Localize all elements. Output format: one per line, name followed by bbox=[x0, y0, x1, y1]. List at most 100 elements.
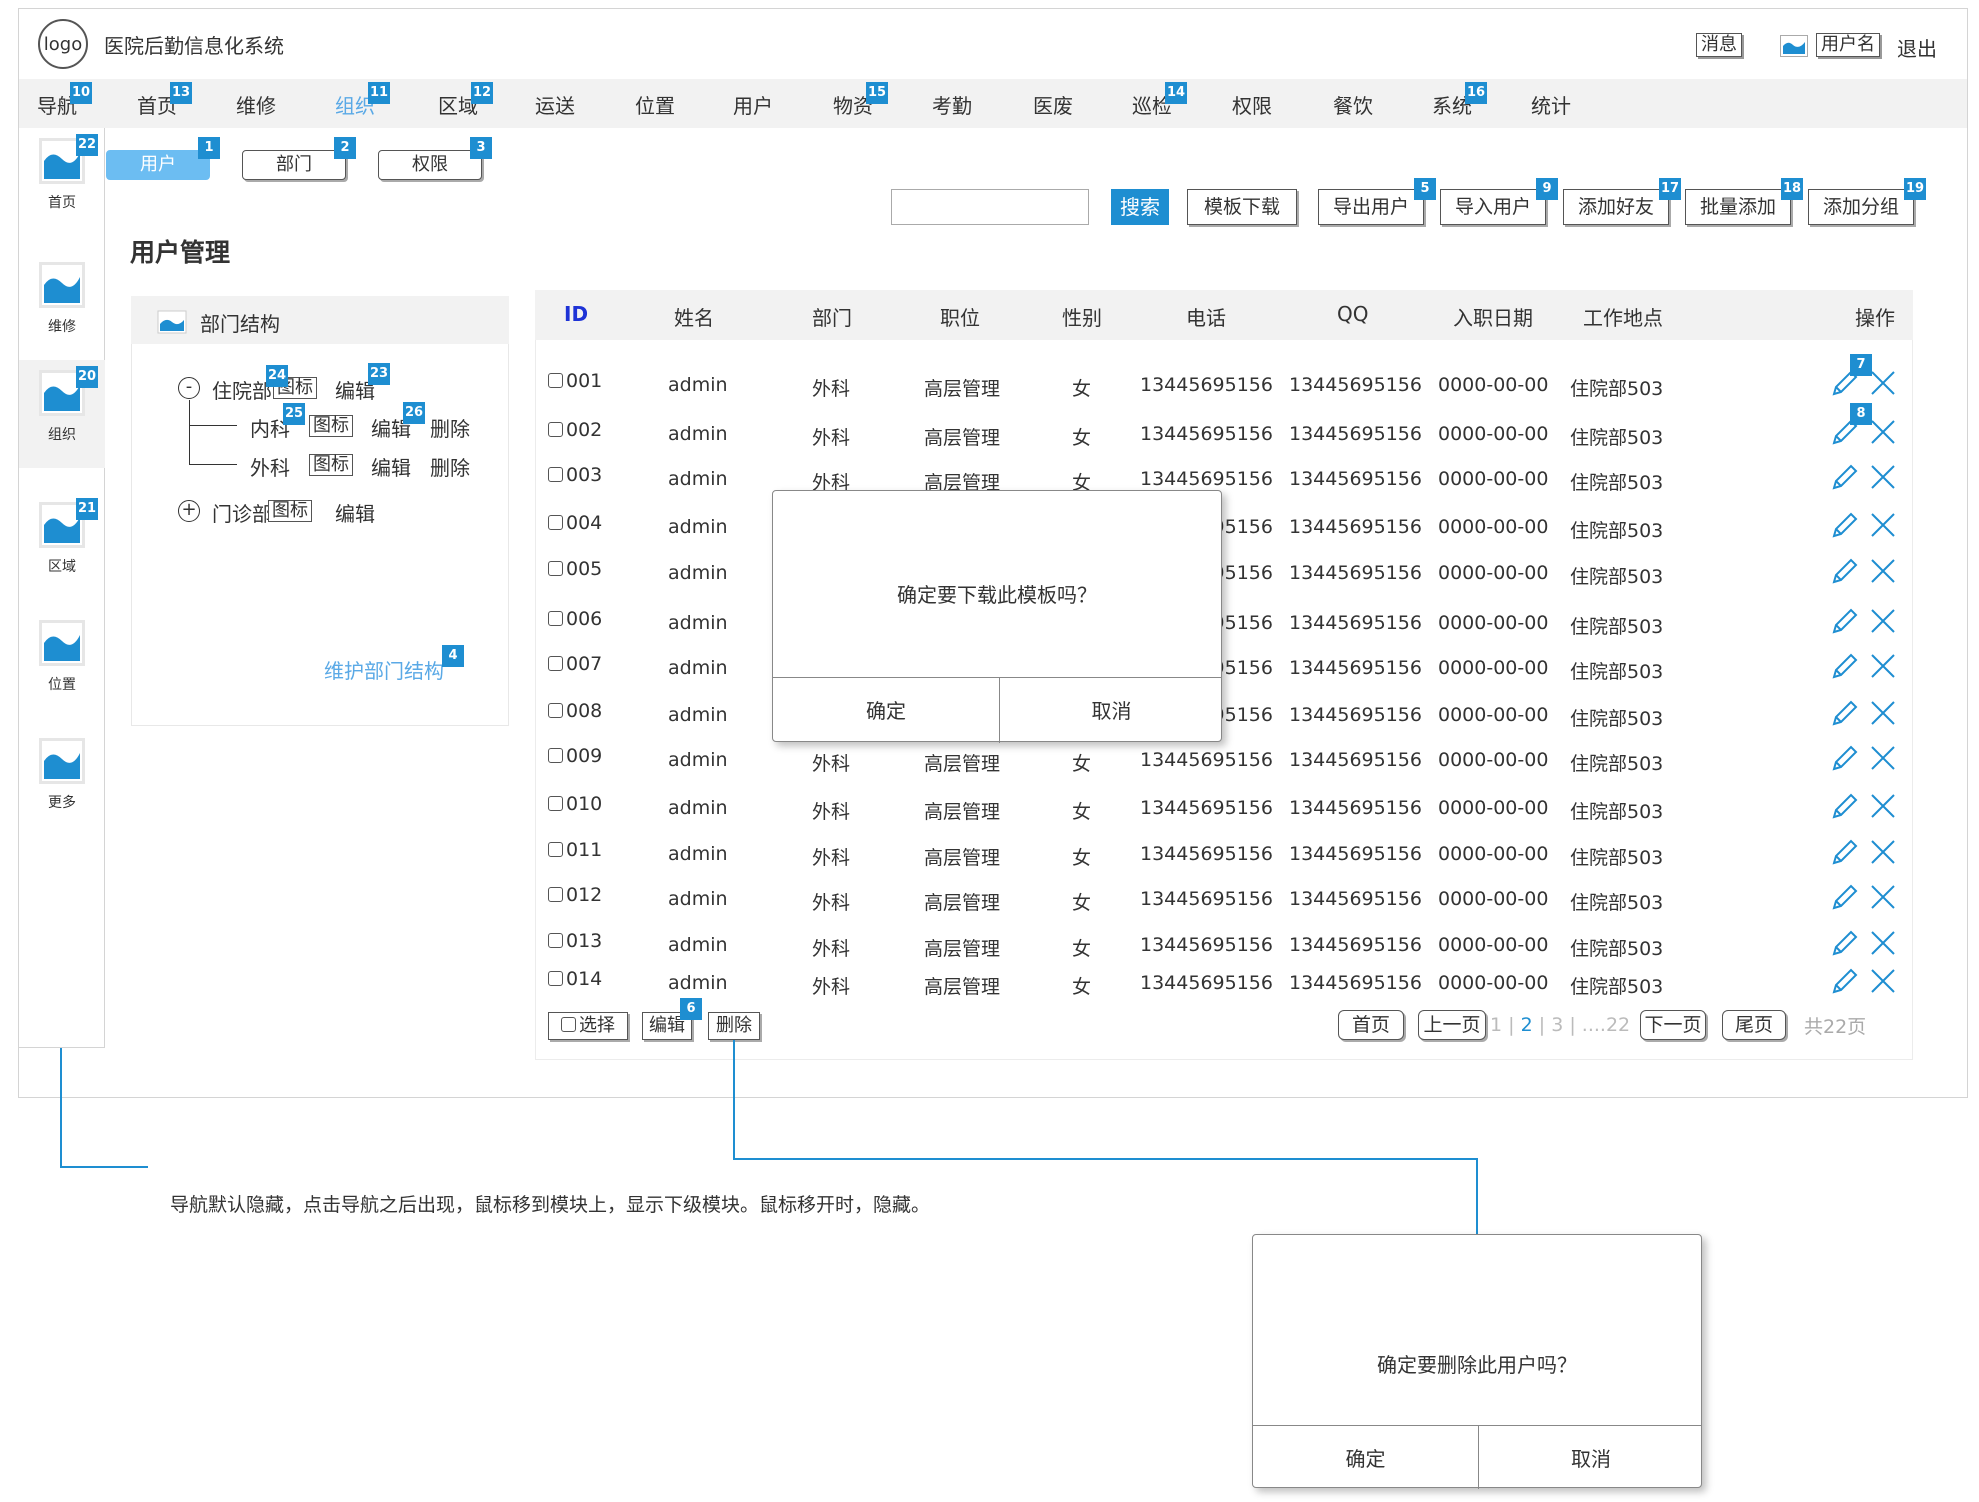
nav-item[interactable]: 餐饮 bbox=[1333, 90, 1373, 119]
tree-edit-link[interactable]: 编辑 bbox=[371, 452, 411, 481]
expand-toggle[interactable]: + bbox=[178, 500, 200, 522]
logout-link[interactable]: 退出 bbox=[1897, 33, 1937, 62]
row-checkbox[interactable] bbox=[548, 515, 563, 530]
edit-pencil-icon[interactable] bbox=[1830, 791, 1860, 821]
row-checkbox[interactable] bbox=[548, 467, 563, 482]
edit-pencil-icon[interactable] bbox=[1830, 743, 1860, 773]
row-checkbox[interactable] bbox=[548, 703, 563, 718]
row-checkbox[interactable] bbox=[548, 842, 563, 857]
delete-x-icon[interactable] bbox=[1868, 743, 1898, 773]
table-cell: 住院部503 bbox=[1570, 976, 1664, 998]
select-all-button[interactable]: 选择 bbox=[548, 1012, 628, 1040]
row-checkbox[interactable] bbox=[548, 561, 563, 576]
delete-x-icon[interactable] bbox=[1868, 698, 1898, 728]
edit-pencil-icon[interactable] bbox=[1830, 556, 1860, 586]
subtab[interactable]: 权限 bbox=[378, 150, 482, 180]
delete-x-icon[interactable] bbox=[1868, 882, 1898, 912]
next-page-button[interactable]: 下一页 bbox=[1640, 1010, 1706, 1040]
sidebar-item[interactable]: 更多 bbox=[19, 738, 105, 828]
delete-x-icon[interactable] bbox=[1868, 606, 1898, 636]
delete-x-icon[interactable] bbox=[1868, 928, 1898, 958]
edit-pencil-icon[interactable] bbox=[1830, 510, 1860, 540]
messages-button[interactable]: 消息 bbox=[1696, 33, 1742, 57]
confirm-button[interactable]: 确定 bbox=[773, 695, 999, 724]
nav-item[interactable]: 医废 bbox=[1033, 90, 1073, 119]
edit-pencil-icon[interactable] bbox=[1830, 882, 1860, 912]
tree-edit-link[interactable]: 编辑 bbox=[335, 498, 375, 527]
prev-page-button[interactable]: 上一页 bbox=[1418, 1010, 1486, 1040]
delete-x-icon[interactable] bbox=[1868, 791, 1898, 821]
batch-add-button[interactable]: 批量添加 bbox=[1685, 189, 1791, 225]
table-cell: 13445695156 bbox=[1289, 797, 1422, 819]
tree-delete-link[interactable]: 删除 bbox=[430, 413, 470, 442]
row-checkbox[interactable] bbox=[548, 656, 563, 671]
table-cell: 0000-00-00 bbox=[1438, 562, 1549, 584]
node-icon-placeholder: 图标 bbox=[268, 500, 312, 522]
delete-x-icon[interactable] bbox=[1868, 368, 1898, 398]
edit-pencil-icon[interactable] bbox=[1830, 928, 1860, 958]
row-checkbox[interactable] bbox=[548, 933, 563, 948]
avatar[interactable] bbox=[1780, 35, 1808, 57]
row-checkbox[interactable] bbox=[548, 796, 563, 811]
nav-item[interactable]: 统计 bbox=[1531, 90, 1571, 119]
edit-pencil-icon[interactable] bbox=[1830, 651, 1860, 681]
batch-delete-button[interactable]: 删除 bbox=[708, 1012, 760, 1040]
username-button[interactable]: 用户名 bbox=[1816, 33, 1880, 57]
row-checkbox[interactable] bbox=[548, 748, 563, 763]
search-input[interactable] bbox=[891, 189, 1089, 225]
first-page-button[interactable]: 首页 bbox=[1338, 1010, 1404, 1040]
last-page-link[interactable]: ....22 bbox=[1582, 1014, 1630, 1036]
row-checkbox[interactable] bbox=[548, 422, 563, 437]
edit-pencil-icon[interactable] bbox=[1830, 606, 1860, 636]
import-users-button[interactable]: 导入用户 bbox=[1440, 189, 1546, 225]
page-1-link[interactable]: 1 bbox=[1490, 1014, 1502, 1036]
delete-x-icon[interactable] bbox=[1868, 462, 1898, 492]
export-users-button[interactable]: 导出用户 bbox=[1318, 189, 1424, 225]
add-friend-button[interactable]: 添加好友 bbox=[1563, 189, 1669, 225]
checkbox[interactable] bbox=[561, 1017, 576, 1032]
tree-node-name[interactable]: 门诊部 bbox=[212, 498, 272, 527]
confirm-button[interactable]: 确定 bbox=[1253, 1443, 1478, 1472]
row-checkbox[interactable] bbox=[548, 611, 563, 626]
last-page-button[interactable]: 尾页 bbox=[1722, 1010, 1786, 1040]
add-group-button[interactable]: 添加分组 bbox=[1808, 189, 1914, 225]
total-pages: 共22页 bbox=[1804, 1016, 1867, 1038]
tree-node-name[interactable]: 住院部 bbox=[212, 375, 272, 404]
edit-pencil-icon[interactable] bbox=[1830, 462, 1860, 492]
delete-x-icon[interactable] bbox=[1868, 556, 1898, 586]
delete-x-icon[interactable] bbox=[1868, 966, 1898, 996]
sidebar-item[interactable]: 维修 bbox=[19, 262, 105, 352]
row-id-cell: 007 bbox=[548, 653, 602, 675]
sidebar-item[interactable]: 位置 bbox=[19, 620, 105, 710]
nav-item[interactable]: 位置 bbox=[635, 90, 675, 119]
delete-x-icon[interactable] bbox=[1868, 510, 1898, 540]
page-3-link[interactable]: 3 bbox=[1551, 1014, 1563, 1036]
edit-pencil-icon[interactable] bbox=[1830, 966, 1860, 996]
search-button[interactable]: 搜索 bbox=[1111, 189, 1169, 225]
delete-x-icon[interactable] bbox=[1868, 837, 1898, 867]
row-checkbox[interactable] bbox=[548, 971, 563, 986]
table-cell: admin bbox=[668, 749, 728, 771]
delete-x-icon[interactable] bbox=[1868, 417, 1898, 447]
delete-x-icon[interactable] bbox=[1868, 651, 1898, 681]
template-download-button[interactable]: 模板下载 bbox=[1187, 189, 1297, 225]
nav-item[interactable]: 考勤 bbox=[932, 90, 972, 119]
subtab[interactable]: 部门 bbox=[242, 150, 346, 180]
subtab[interactable]: 用户 bbox=[106, 150, 210, 180]
row-checkbox[interactable] bbox=[548, 373, 563, 388]
nav-item[interactable]: 维修 bbox=[236, 90, 276, 119]
edit-pencil-icon[interactable] bbox=[1830, 837, 1860, 867]
tree-node-name[interactable]: 外科 bbox=[250, 452, 290, 481]
collapse-toggle[interactable]: - bbox=[178, 377, 200, 399]
row-checkbox[interactable] bbox=[548, 887, 563, 902]
nav-item[interactable]: 用户 bbox=[733, 90, 773, 119]
nav-item[interactable]: 权限 bbox=[1232, 90, 1272, 119]
cancel-button[interactable]: 取消 bbox=[1000, 695, 1223, 724]
nav-item[interactable]: 运送 bbox=[535, 90, 575, 119]
edit-pencil-icon[interactable] bbox=[1830, 698, 1860, 728]
cancel-button[interactable]: 取消 bbox=[1479, 1443, 1703, 1472]
maintain-dept-link[interactable]: 维护部门结构 bbox=[324, 655, 444, 684]
page-2-link[interactable]: 2 bbox=[1521, 1014, 1533, 1036]
tree-delete-link[interactable]: 删除 bbox=[430, 452, 470, 481]
table-cell: 住院部503 bbox=[1570, 847, 1664, 869]
